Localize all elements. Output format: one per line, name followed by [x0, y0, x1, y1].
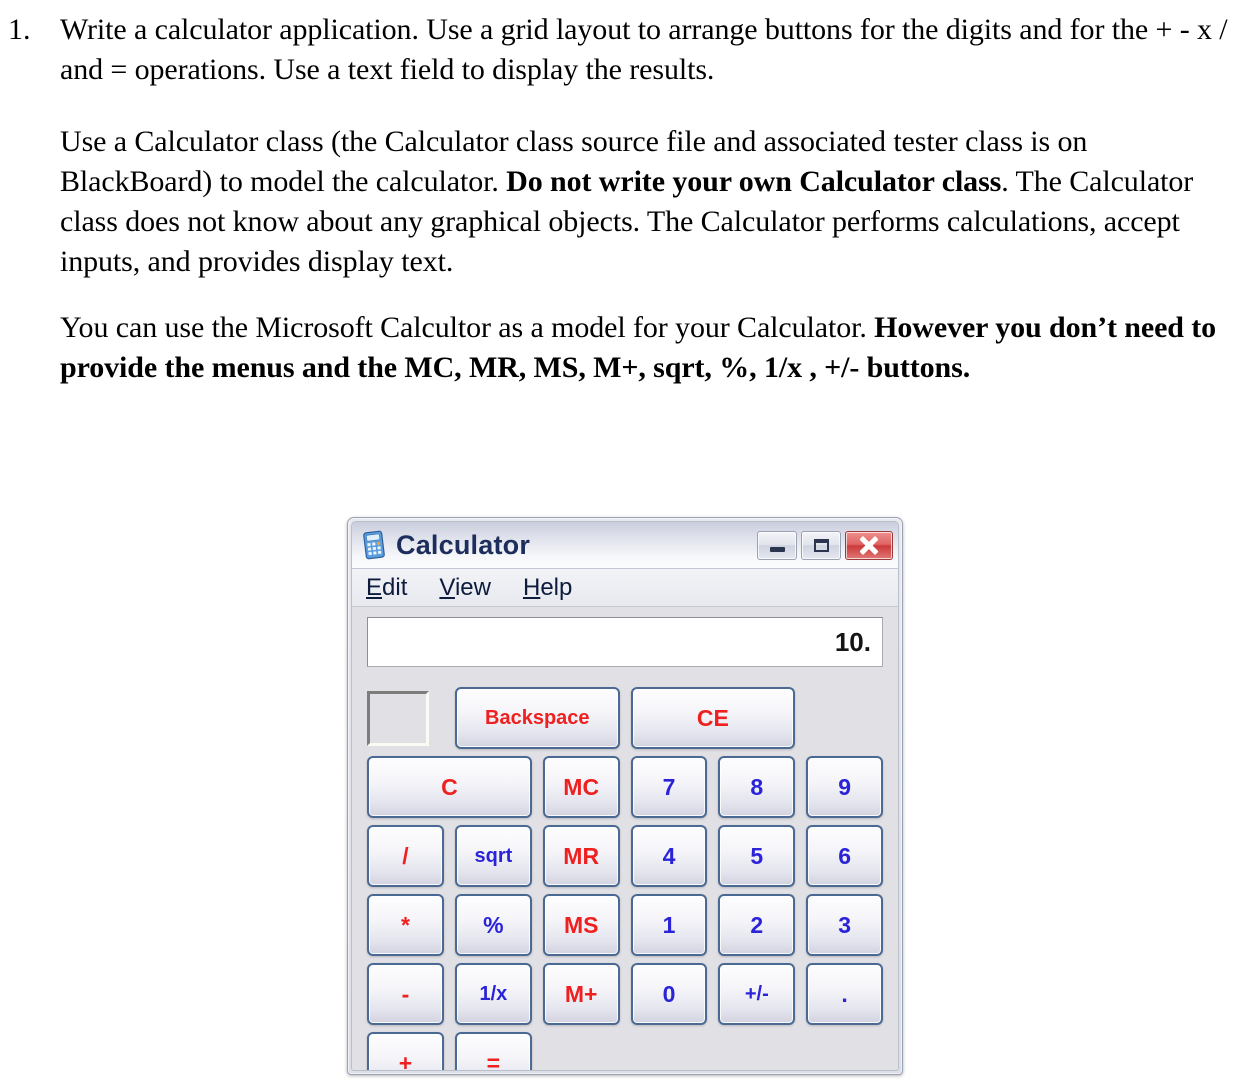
bold-run: Do not write your own Calculator class — [506, 165, 1002, 198]
menu-item-help[interactable]: Help — [523, 574, 572, 602]
window-title: Calculator — [396, 530, 531, 560]
digit-7-button[interactable]: 7 — [630, 756, 708, 818]
divide-button[interactable]: / — [367, 825, 444, 887]
memory-add-button[interactable]: M+ — [542, 963, 620, 1025]
memory-store-button[interactable]: MS — [542, 894, 620, 956]
minimize-button[interactable] — [757, 530, 797, 560]
memory-clear-button[interactable]: MC — [542, 756, 620, 818]
sign-toggle-button[interactable]: +/- — [718, 963, 796, 1025]
square-root-button[interactable]: sqrt — [455, 825, 532, 887]
keypad-grid: Backspace CE C MC 7 8 9 /sqrt MR 4 5 6 *% MS 1 2 3 -1/… — [367, 687, 883, 1070]
menu-bar: Edit View Help — [352, 569, 898, 607]
decimal-point-button[interactable]: . — [806, 963, 883, 1025]
digit-6-button[interactable]: 6 — [806, 825, 883, 887]
close-icon — [858, 534, 880, 556]
digit-1-button[interactable]: 1 — [630, 894, 708, 956]
reciprocal-button[interactable]: 1/x — [455, 963, 532, 1025]
window-controls — [757, 530, 893, 560]
minimize-icon — [769, 547, 785, 552]
multiply-button[interactable]: * — [367, 894, 444, 956]
clear-entry-button[interactable]: CE — [630, 687, 796, 749]
paragraph-3: You can use the Microsoft Calcultor as a… — [60, 308, 1228, 388]
equals-button[interactable]: = — [455, 1032, 532, 1070]
paragraph-2: Use a Calculator class (the Calculator c… — [60, 122, 1228, 282]
add-button[interactable]: + — [367, 1032, 444, 1070]
percent-button[interactable]: % — [455, 894, 532, 956]
maximize-icon — [813, 538, 829, 552]
calculator-icon — [361, 530, 387, 560]
menu-item-edit[interactable]: Edit — [366, 574, 407, 602]
text-run: Write a calculator application. Use a gr… — [60, 13, 1228, 86]
calculator-window: Calculator Edit View Help 10. Backspace … — [347, 517, 903, 1075]
memory-indicator — [367, 690, 429, 746]
maximize-button[interactable] — [801, 530, 841, 560]
list-marker: 1. — [8, 13, 31, 46]
title-bar[interactable]: Calculator — [352, 522, 898, 569]
close-button[interactable] — [845, 530, 893, 560]
paragraph-1: Write a calculator application. Use a gr… — [60, 10, 1228, 90]
digit-8-button[interactable]: 8 — [718, 756, 796, 818]
calculator-body: 10. Backspace CE C MC 7 8 9 /sqrt MR 4 5 6 *% MS 1 2… — [352, 607, 898, 1070]
digit-3-button[interactable]: 3 — [806, 894, 883, 956]
clear-button[interactable]: C — [367, 756, 532, 818]
text-run: You can use the Microsoft Calcultor as a… — [60, 311, 875, 344]
backspace-button[interactable]: Backspace — [455, 687, 620, 749]
memory-recall-button[interactable]: MR — [542, 825, 620, 887]
digit-2-button[interactable]: 2 — [718, 894, 796, 956]
digit-9-button[interactable]: 9 — [806, 756, 883, 818]
subtract-button[interactable]: - — [367, 963, 444, 1025]
document-body: 1. Write a calculator application. Use a… — [0, 0, 1246, 414]
digit-0-button[interactable]: 0 — [630, 963, 708, 1025]
display-field[interactable]: 10. — [367, 617, 883, 667]
menu-item-view[interactable]: View — [439, 574, 491, 602]
numbered-list-item: 1. Write a calculator application. Use a… — [0, 0, 1246, 388]
digit-5-button[interactable]: 5 — [718, 825, 796, 887]
digit-4-button[interactable]: 4 — [630, 825, 708, 887]
calculator-window-inner: Calculator Edit View Help 10. Backspace … — [351, 521, 899, 1071]
